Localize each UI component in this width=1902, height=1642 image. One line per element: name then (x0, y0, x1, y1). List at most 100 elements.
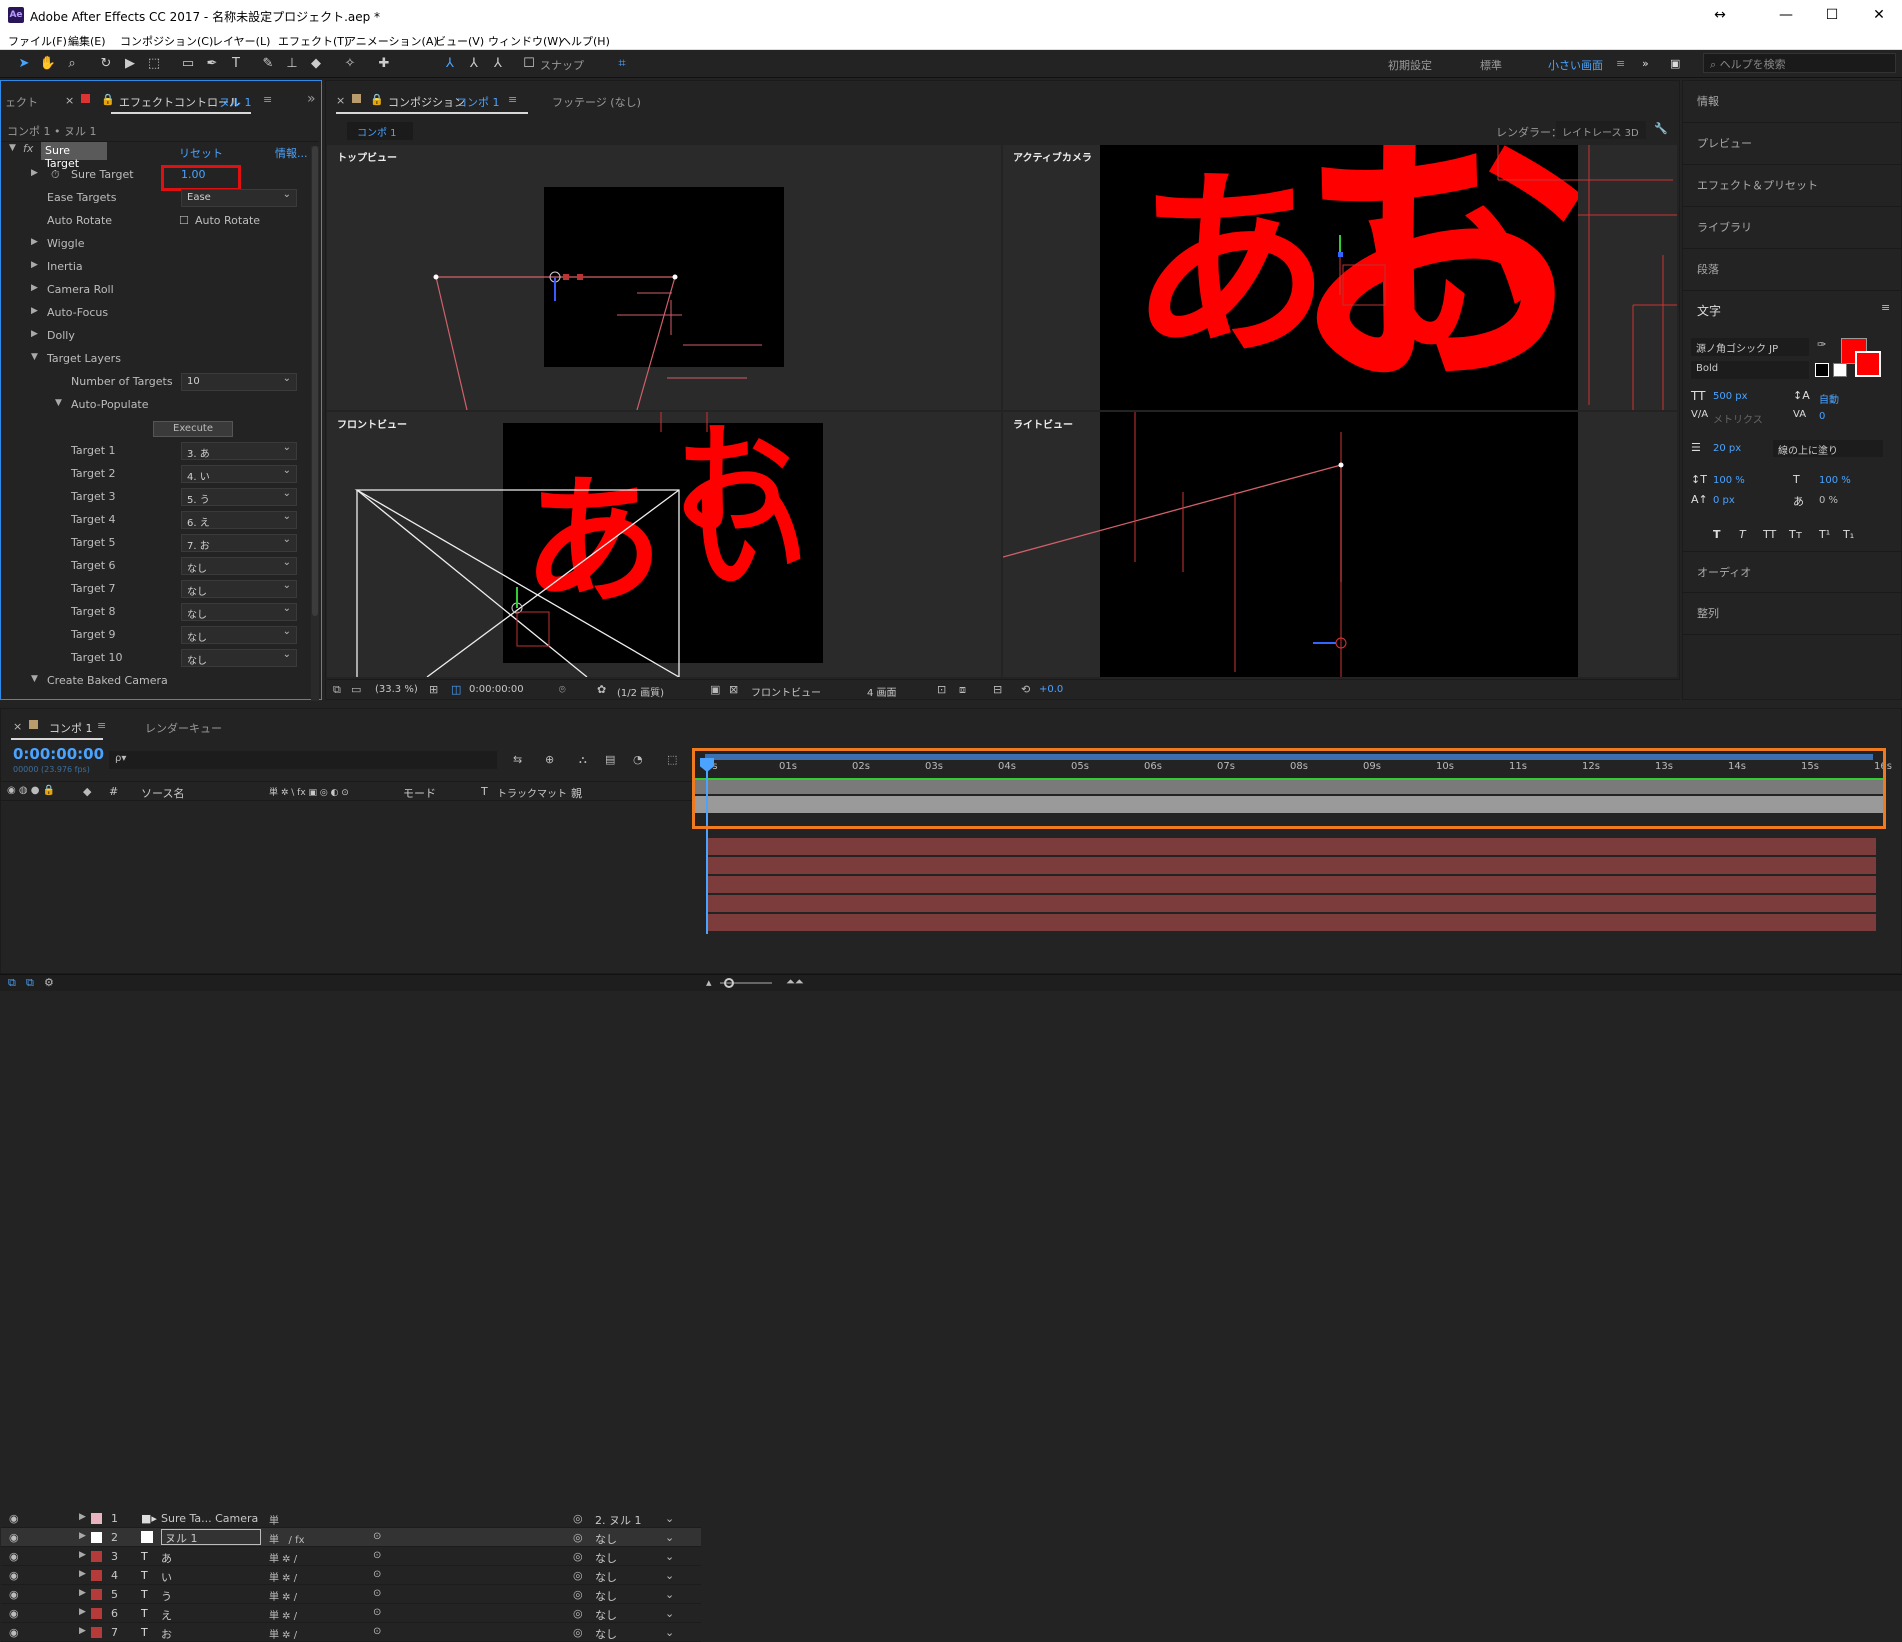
workspace-default[interactable]: 初期設定 (1388, 57, 1432, 73)
switches-icons[interactable]: 単 ✲ / (269, 1550, 297, 1565)
target-7-select[interactable]: なし (181, 580, 297, 598)
shy-icon[interactable]: ⛬ (579, 753, 587, 767)
label-color-swatch[interactable] (91, 1570, 102, 1581)
menu-layer[interactable]: レイヤー(L) (212, 33, 270, 49)
layer-name[interactable]: お (161, 1626, 172, 1642)
tab-timeline-comp[interactable]: コンポ 1 (49, 720, 93, 736)
parent-select[interactable]: 2. ヌル 1 (595, 1512, 675, 1528)
target-4-select[interactable]: 6. え (181, 511, 297, 529)
view-options-icon[interactable]: ⊡ (937, 683, 946, 696)
view-select[interactable]: フロントビュー (751, 684, 821, 699)
layer-name[interactable]: Sure Ta... Camera (161, 1512, 258, 1525)
menu-window[interactable]: ウィンドウ(W) (488, 33, 562, 49)
eye-icon[interactable]: ◉ (9, 1531, 19, 1544)
stroke-color-swatch[interactable] (1855, 351, 1881, 377)
viewport-active-camera[interactable]: アクティブカメラ あ お い (1003, 145, 1677, 410)
zoom-in-icon[interactable]: ⏶⏶ (786, 975, 804, 989)
expand-icon[interactable]: ▶ (31, 283, 38, 293)
menu-view[interactable]: ビュー(V) (435, 33, 484, 49)
layer-name[interactable]: う (161, 1588, 172, 1604)
stroke-width-value[interactable]: 20 px (1713, 443, 1741, 454)
collapse-icon[interactable]: ▼ (31, 674, 38, 684)
3d-layer-icon[interactable]: ⊙ (373, 1626, 381, 1637)
flowchart-icon[interactable]: ⊟ (993, 683, 1002, 696)
superscript-button[interactable]: T¹ (1819, 528, 1830, 541)
panel-menu-icon[interactable]: ≡ (263, 93, 272, 106)
switches-icons[interactable]: 単 / fx (269, 1531, 305, 1546)
close-tab-icon[interactable]: × (13, 720, 22, 733)
layer-bar[interactable] (706, 857, 1876, 874)
pick-whip-icon[interactable]: ◎ (573, 1550, 583, 1563)
target-2-select[interactable]: 4. い (181, 465, 297, 483)
white-swatch[interactable] (1833, 363, 1847, 377)
3d-layer-icon[interactable]: ⊙ (373, 1531, 381, 1542)
kerning-value[interactable]: メトリクス (1713, 411, 1763, 426)
close-tab-icon[interactable]: × (65, 94, 74, 107)
switches-icons[interactable]: 単 (269, 1512, 279, 1527)
close-tab-icon[interactable]: × (336, 94, 345, 107)
tab-footage[interactable]: フッテージ (なし) (552, 94, 641, 110)
renderer-select[interactable]: レイトレース 3D (1556, 121, 1646, 139)
ease-targets-select[interactable]: Ease (181, 189, 297, 207)
menu-file[interactable]: ファイル(F) (8, 33, 67, 49)
expand-icon[interactable]: ▶ (79, 1569, 86, 1579)
row-camera-roll[interactable]: ▶ Camera Roll (1, 279, 311, 302)
zoom-select[interactable]: (33.3 %) (375, 684, 418, 695)
target-5-select[interactable]: 7. お (181, 534, 297, 552)
expand-icon[interactable]: ▶ (31, 260, 38, 270)
pick-whip-icon[interactable]: ◎ (573, 1626, 583, 1639)
help-search-input[interactable]: ⌕ ヘルプを検索 (1703, 53, 1896, 73)
minimize-button[interactable]: — (1771, 4, 1801, 26)
toggle-modes-icon[interactable]: ⧉ (26, 976, 34, 990)
faux-italic-button[interactable]: T (1739, 528, 1746, 541)
fit-icon[interactable]: ⊞ (429, 683, 438, 696)
layer-row[interactable]: ◉ ▶ 2 ヌル 1 単 / fx ⊙ ◎ なし ⌄ (1, 1528, 701, 1547)
frame-blending-icon[interactable]: ▤ (605, 753, 615, 766)
scrollbar[interactable] (311, 146, 319, 701)
zoom-slider-handle[interactable] (724, 978, 734, 988)
timeline-timecode[interactable]: 0:00:00:00 (13, 745, 104, 763)
switches-icons[interactable]: 単 ✲ / (269, 1607, 297, 1622)
tab-render-queue[interactable]: レンダーキュー (145, 720, 222, 736)
current-time[interactable]: 0:00:00:00 (469, 684, 524, 695)
layer-name[interactable]: え (161, 1607, 172, 1623)
panel-menu-icon[interactable]: ≡ (1881, 301, 1890, 314)
comp-subtab[interactable]: コンポ 1 (347, 122, 413, 140)
workspace-overflow-icon[interactable]: » (1642, 57, 1649, 70)
expand-icon[interactable]: ▶ (31, 329, 38, 339)
expand-icon[interactable]: ▶ (79, 1531, 86, 1541)
lock-icon[interactable]: 🔒 (101, 93, 115, 106)
graph-editor-icon[interactable]: ⬚ (667, 753, 677, 766)
all-caps-button[interactable]: TT (1763, 528, 1776, 541)
menu-animation[interactable]: アニメーション(A) (345, 33, 438, 49)
info-link[interactable]: 情報... (275, 145, 308, 161)
draft-3d-icon[interactable]: ⊕ (545, 753, 554, 766)
small-caps-button[interactable]: Tт (1789, 528, 1802, 541)
parent-select[interactable]: なし (595, 1607, 675, 1623)
menu-help[interactable]: ヘルプ(H) (560, 33, 610, 49)
tab-effect-layer[interactable]: ヌル 1 (219, 94, 252, 110)
brush-tool-icon[interactable]: ✎ (258, 54, 278, 74)
eye-icon[interactable]: ◉ (9, 1626, 19, 1639)
wrench-icon[interactable]: 🔧 (1654, 122, 1668, 135)
snap-options-icon[interactable]: ⌗ (612, 54, 632, 74)
tab-composition[interactable]: コンポジション (388, 94, 465, 110)
zoom-out-icon[interactable]: ▴ (706, 976, 712, 989)
close-button[interactable]: ✕ (1864, 4, 1894, 26)
switches-icons[interactable]: 単 ✲ / (269, 1588, 297, 1603)
label-color-swatch[interactable] (91, 1589, 102, 1600)
layer-row[interactable]: ◉ ▶ 5 T う 単 ✲ / ⊙ ◎ なし ⌄ (1, 1585, 701, 1604)
camera-tool-icon[interactable]: ▶ (120, 54, 140, 74)
pick-whip-icon[interactable]: ◎ (573, 1531, 583, 1544)
panel-overflow-icon[interactable]: » (307, 91, 316, 107)
layer-bar[interactable] (706, 914, 1876, 931)
row-auto-focus[interactable]: ▶ Auto-Focus (1, 302, 311, 325)
parent-select[interactable]: なし (595, 1550, 675, 1566)
eyedropper-icon[interactable]: ✑ (1817, 338, 1826, 351)
expand-icon[interactable]: ▶ (79, 1607, 86, 1617)
region-icon[interactable]: ◫ (451, 683, 461, 696)
layer-row[interactable]: ◉ ▶ 4 T い 単 ✲ / ⊙ ◎ なし ⌄ (1, 1566, 701, 1585)
switches-icons[interactable]: 単 ✲ / (269, 1626, 297, 1641)
row-wiggle[interactable]: ▶ Wiggle (1, 233, 311, 256)
layer-row[interactable]: ◉ ▶ 1 ■▸ Sure Ta... Camera 単 ◎ 2. ヌル 1 ⌄ (1, 1509, 701, 1528)
